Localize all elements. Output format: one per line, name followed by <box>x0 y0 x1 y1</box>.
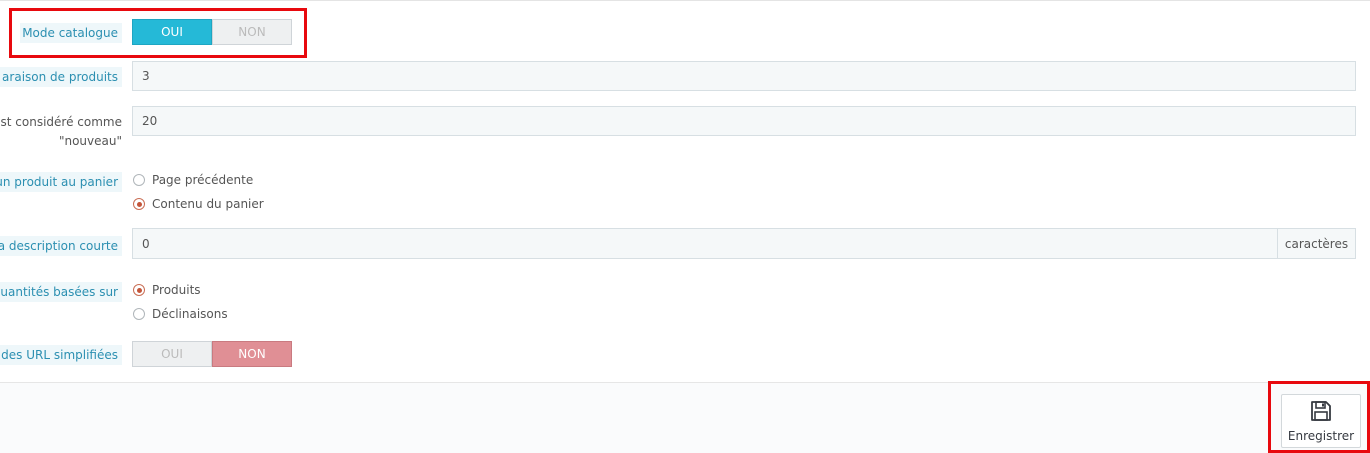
form-footer <box>0 382 1370 453</box>
radio-circle[interactable] <box>133 308 145 320</box>
new-days-input[interactable]: 20 <box>132 106 1356 136</box>
radio-previous-page-label: Page précédente <box>152 173 254 187</box>
catalog-mode-no-option[interactable]: NON <box>212 19 292 45</box>
catalog-mode-yes-option[interactable]: OUI <box>132 19 212 45</box>
short-desc-input[interactable]: 0 <box>132 228 1278 259</box>
radio-combinations-label: Déclinaisons <box>152 307 228 321</box>
radio-combinations[interactable]: Déclinaisons <box>133 307 228 321</box>
friendly-urls-label: des URL simplifiées <box>0 345 122 365</box>
add-to-cart-label: un produit au panier <box>0 172 122 192</box>
add-to-cart-label-text: un produit au panier <box>0 172 122 192</box>
radio-products[interactable]: Produits <box>133 283 201 297</box>
friendly-urls-yes-option[interactable]: OUI <box>132 341 212 367</box>
radio-products-label: Produits <box>152 283 201 297</box>
radio-circle-checked[interactable] <box>133 284 145 296</box>
compare-products-label: araison de produits <box>0 67 122 87</box>
short-desc-label: a description courte <box>0 236 122 256</box>
save-button[interactable]: Enregistrer <box>1281 394 1361 448</box>
quantities-label-text: quantités basées sur <box>0 282 122 302</box>
short-desc-label-text: a description courte <box>0 236 122 256</box>
radio-cart-content-label: Contenu du panier <box>152 197 264 211</box>
short-desc-input-group: 0 caractères <box>132 228 1356 259</box>
radio-circle[interactable] <box>133 174 145 186</box>
save-button-label: Enregistrer <box>1287 429 1355 443</box>
new-days-label-line1: est considéré comme <box>0 115 122 129</box>
catalog-mode-label-text: Mode catalogue <box>20 23 122 43</box>
friendly-urls-no-option[interactable]: NON <box>212 341 292 367</box>
compare-products-label-text: araison de produits <box>0 67 122 87</box>
compare-products-input[interactable]: 3 <box>132 61 1356 91</box>
friendly-urls-switch[interactable]: OUI NON <box>132 341 292 367</box>
quantities-label: quantités basées sur <box>0 282 122 302</box>
radio-previous-page[interactable]: Page précédente <box>133 173 253 187</box>
catalog-mode-label: Mode catalogue <box>20 23 122 43</box>
radio-cart-content[interactable]: Contenu du panier <box>133 197 264 211</box>
floppy-disk-icon <box>1309 399 1333 429</box>
new-days-label: est considéré comme "nouveau" <box>0 113 122 151</box>
short-desc-addon: caractères <box>1278 228 1356 259</box>
top-divider <box>0 0 1370 1</box>
catalog-mode-switch[interactable]: OUI NON <box>132 19 292 45</box>
new-days-label-line2: "nouveau" <box>58 134 122 148</box>
friendly-urls-label-text: des URL simplifiées <box>0 345 122 365</box>
radio-circle-checked[interactable] <box>133 198 145 210</box>
